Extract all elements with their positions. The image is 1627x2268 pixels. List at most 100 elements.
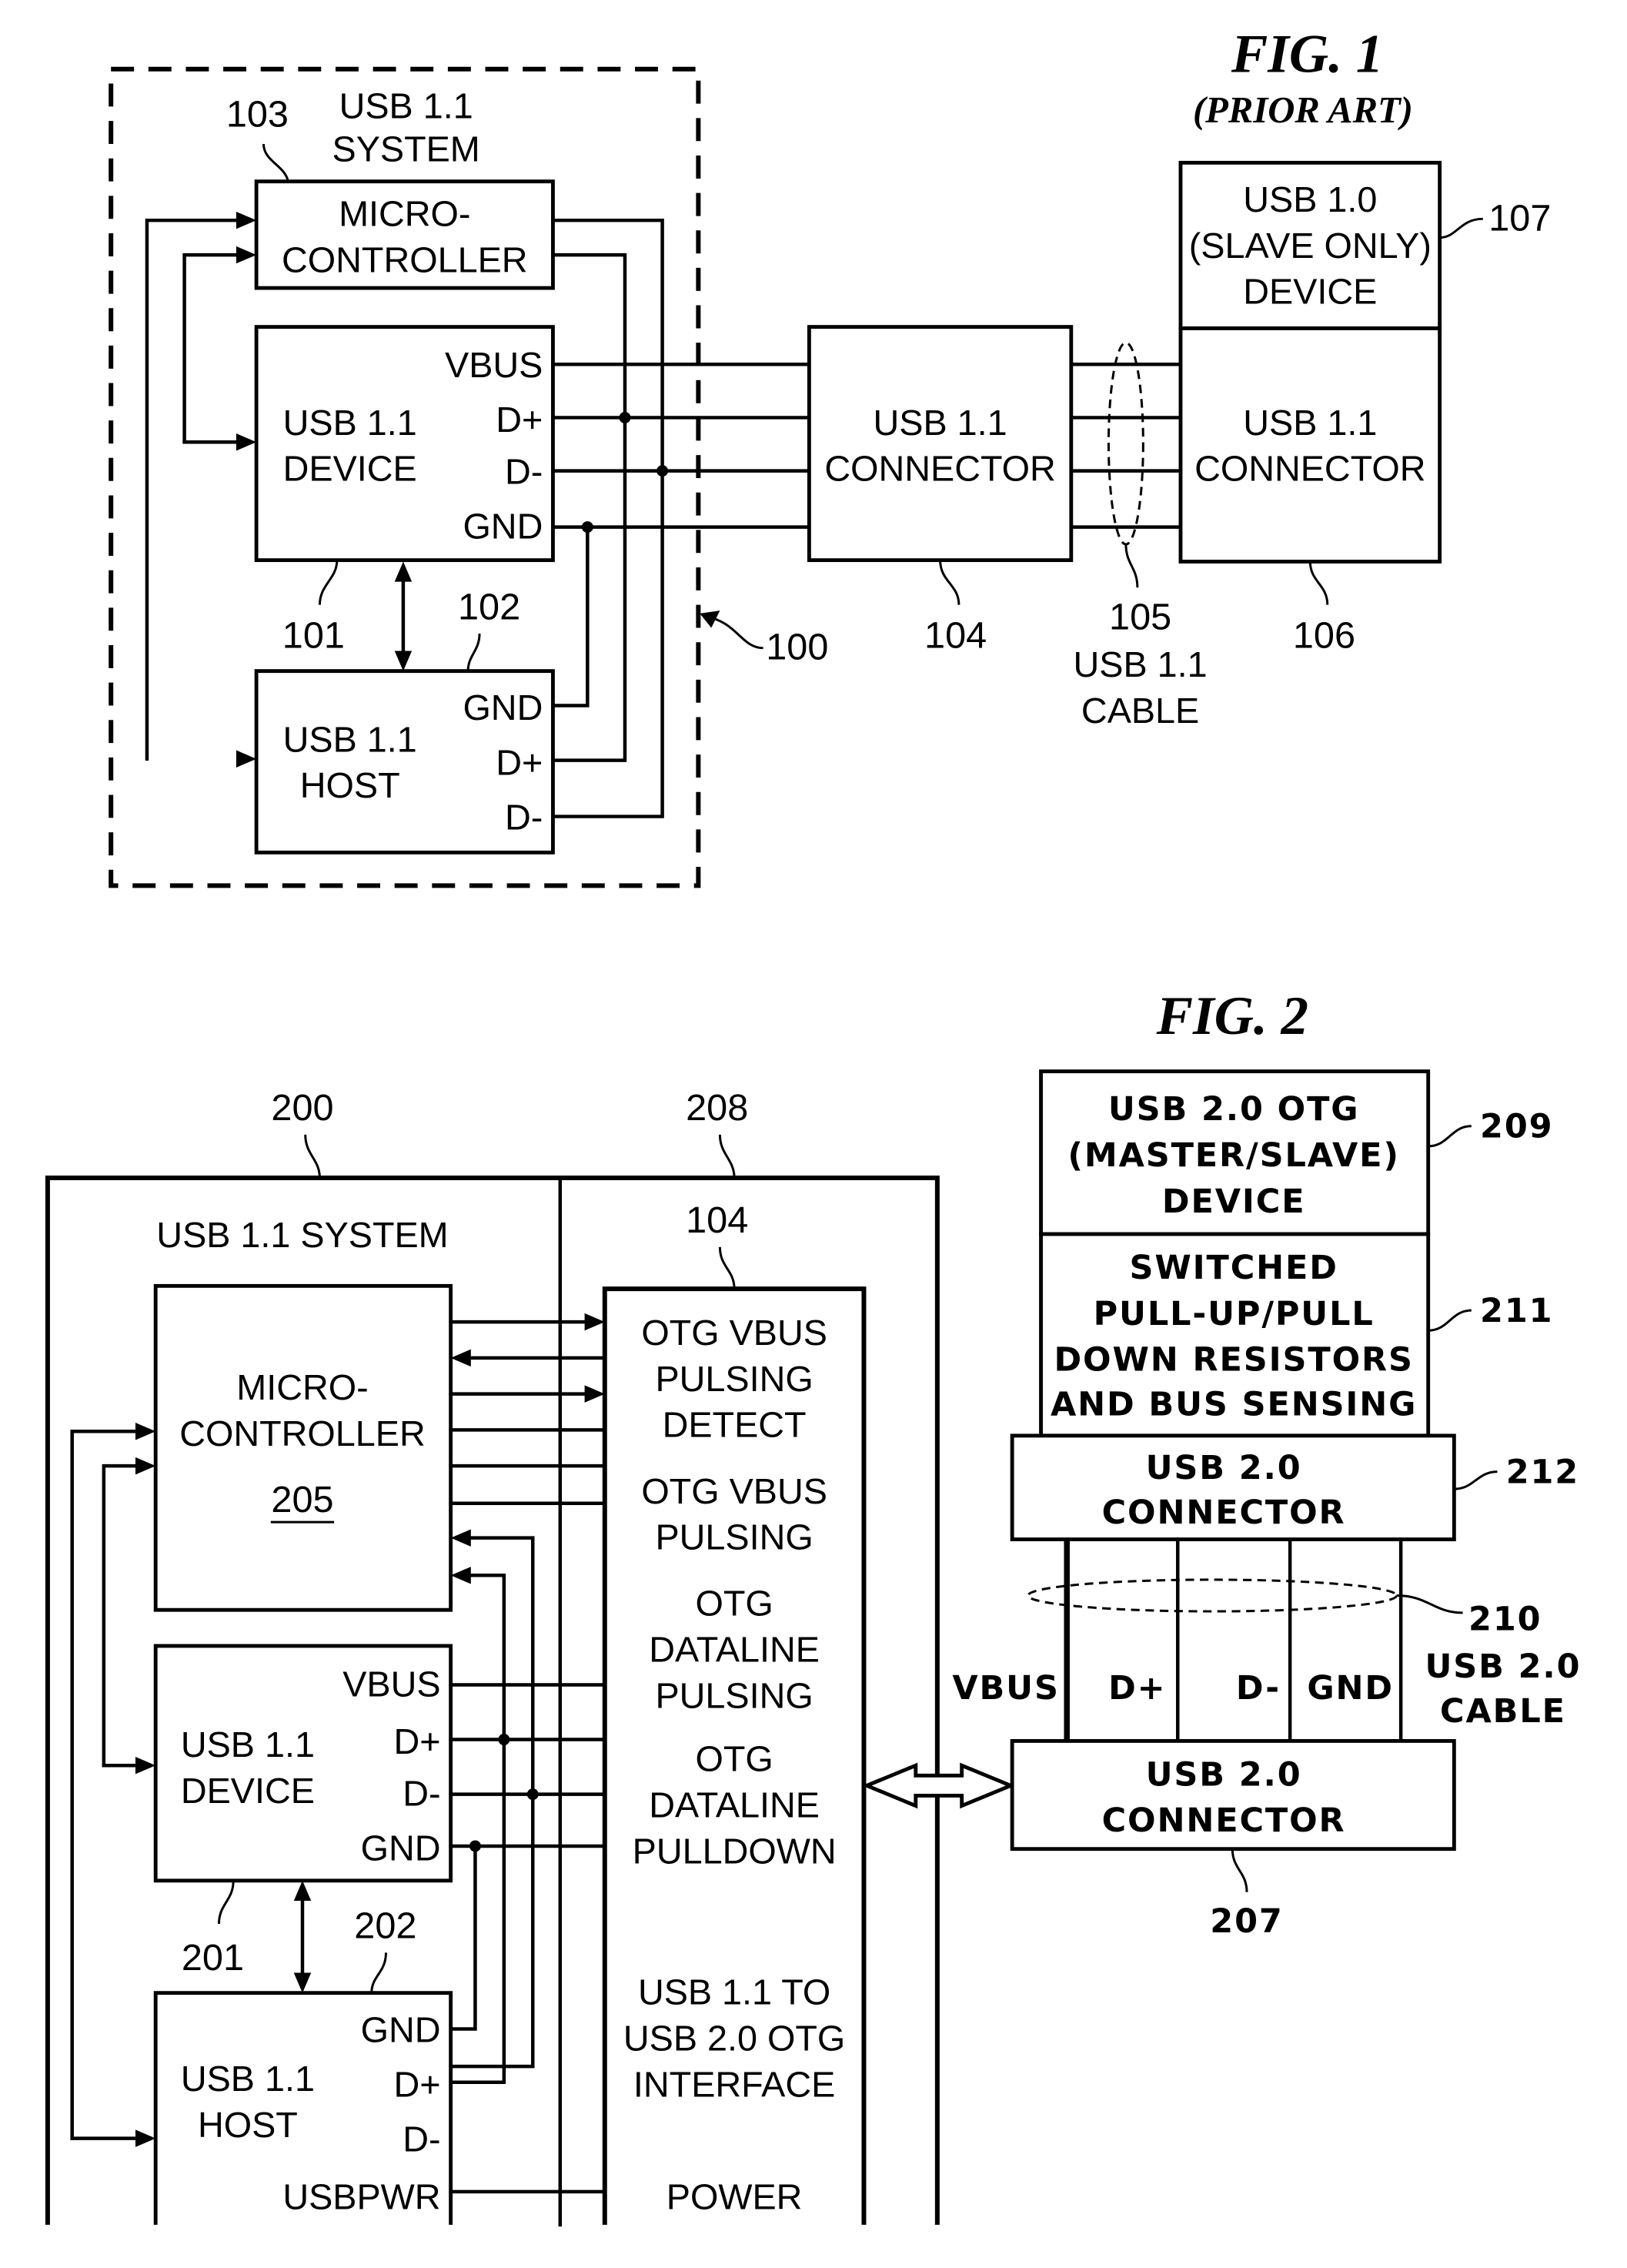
iface-s4-l0: USB 1.1 TO xyxy=(638,1972,830,2012)
fig1-system-label-2: SYSTEM xyxy=(332,129,480,169)
fig2-host-pin-dplus: D+ xyxy=(393,2064,440,2104)
fig1-remote-device-line2: (SLAVE ONLY) xyxy=(1189,226,1432,266)
fig1-host-line2: HOST xyxy=(300,765,400,805)
leader-103 xyxy=(262,143,289,182)
fig1-system-label-1: USB 1.1 xyxy=(339,85,473,125)
ref-106: 106 xyxy=(1293,615,1355,657)
fig1-device-pin-gnd: GND xyxy=(463,507,543,547)
fig1-device-line2: DEVICE xyxy=(283,449,417,489)
fig2-host-dminus-feedback xyxy=(449,1574,506,2084)
fig2-otg-device-line1: USB 2.0 OTG xyxy=(1108,1090,1360,1129)
iface-s3-l0: OTG xyxy=(695,1739,773,1779)
fig1-title: FIG. 1 xyxy=(1231,25,1383,85)
fig1-device-mcu-link xyxy=(182,253,247,444)
fig2-wire-label-dminus: D- xyxy=(1236,1669,1281,1708)
junction-dminus xyxy=(656,465,669,477)
ref-103: 103 xyxy=(226,94,289,135)
iface-s3-l1: DATALINE xyxy=(649,1785,820,1825)
fig1-connector-box xyxy=(807,325,1074,563)
iface-s3-l2: PULLDOWN xyxy=(633,1831,837,1871)
fig2-cable-ellipse xyxy=(1027,1578,1398,1613)
leader-107 xyxy=(1439,217,1483,239)
figure-1: FIG. 1 (PRIOR ART) USB 1.1 SYSTEM 100 MI… xyxy=(109,25,1551,888)
fig2-mcu-line1: MICRO- xyxy=(236,1367,368,1407)
ref-200: 200 xyxy=(271,1087,333,1129)
fig2-device-line2: DEVICE xyxy=(181,1771,315,1811)
fig1-host-mcu-link xyxy=(145,218,247,761)
figure-2: FIG. 2 200 208 USB 1.1 SYSTEM 104 OTG VB… xyxy=(45,986,1580,2227)
patent-drawing-sheet: FIG. 1 (PRIOR ART) USB 1.1 SYSTEM 100 MI… xyxy=(45,25,1580,2227)
fig1-device-line1: USB 1.1 xyxy=(283,403,417,443)
fig2-wire-label-vbus: VBUS xyxy=(952,1669,1059,1708)
leader-202 xyxy=(370,1952,387,1993)
fig2-arrowhead-host xyxy=(135,2129,156,2147)
fig2-wire-label-dplus: D+ xyxy=(1108,1669,1167,1708)
fig1-mcu-dminus-tap xyxy=(551,218,664,818)
fig2-resistors-line1: SWITCHED xyxy=(1129,1249,1338,1287)
ref-209: 209 xyxy=(1480,1108,1553,1146)
ref-100: 100 xyxy=(766,627,828,668)
ref-107: 107 xyxy=(1488,197,1551,239)
fig2-host-pin-dminus: D- xyxy=(403,2119,440,2159)
leader-208 xyxy=(718,1134,736,1179)
arrowhead-fb-1 xyxy=(450,1529,471,1547)
fig2-host-pin-usbpwr: USBPWR xyxy=(282,2176,440,2216)
iface-s0-l0: OTG VBUS xyxy=(641,1313,827,1353)
fig2-junction-dminus xyxy=(526,1788,539,1801)
fig2-device-pin-dminus: D- xyxy=(403,1774,440,1814)
arrowhead-sig-3 xyxy=(584,1385,605,1403)
fig2-otg-device-line3: DEVICE xyxy=(1162,1183,1306,1221)
iface-s1-l1: PULSING xyxy=(655,1517,813,1557)
fig2-resistors-line4: AND BUS SENSING xyxy=(1051,1386,1417,1424)
fig2-arrowhead-mcu-1 xyxy=(135,1423,156,1440)
fig2-junction-dplus xyxy=(498,1734,510,1746)
fig2-host-mcu-link xyxy=(70,1430,146,2140)
leader-200 xyxy=(304,1134,321,1179)
fig1-cable-ellipse xyxy=(1107,341,1144,546)
fig2-ref-104: 104 xyxy=(686,1199,748,1241)
fig1-device-pin-dplus: D+ xyxy=(496,400,543,440)
fig1-mcu-line2: CONTROLLER xyxy=(282,240,528,280)
arrowhead-sig-2 xyxy=(450,1349,471,1367)
fig2-host-line2: HOST xyxy=(198,2105,298,2145)
arrowhead-host xyxy=(236,750,257,768)
leader-105 xyxy=(1124,544,1139,588)
fig2-lower-connector-line2: CONNECTOR xyxy=(1102,1801,1346,1840)
ref-201: 201 xyxy=(182,1937,244,1979)
ref-102: 102 xyxy=(458,586,520,627)
fig1-cable-line1: USB 1.1 xyxy=(1074,644,1208,684)
ref-211: 211 xyxy=(1480,1292,1553,1330)
leader-201 xyxy=(217,1880,235,1924)
fig1-remote-connector-line2: CONNECTOR xyxy=(1194,449,1425,489)
arrowhead-up xyxy=(394,561,413,582)
fig2-host-pin-gnd: GND xyxy=(361,2009,441,2049)
arrowhead-down xyxy=(394,651,413,671)
fig2-arrowhead-up xyxy=(293,1880,312,1902)
fig2-device-pin-dplus: D+ xyxy=(393,1721,440,1761)
iface-s5-l0: POWER xyxy=(667,2176,803,2216)
arrowhead-fb-2 xyxy=(450,1567,471,1584)
fig2-cable-line2: CABLE xyxy=(1440,1692,1566,1731)
iface-s0-l1: PULSING xyxy=(655,1359,813,1399)
ref-101: 101 xyxy=(282,615,345,657)
ref-104: 104 xyxy=(924,615,987,657)
leader-102 xyxy=(466,633,481,671)
leader-106 xyxy=(1308,561,1329,605)
iface-s1-l0: OTG VBUS xyxy=(641,1471,827,1511)
ref-212: 212 xyxy=(1506,1453,1579,1492)
iface-s0-l2: DETECT xyxy=(663,1405,807,1445)
arrowhead-device xyxy=(236,433,257,451)
arrowhead-sig-1 xyxy=(584,1313,605,1331)
leader-209 xyxy=(1428,1125,1472,1148)
fig1-cable-line2: CABLE xyxy=(1081,691,1199,731)
fig1-remote-connector-box xyxy=(1178,326,1442,564)
leader-211 xyxy=(1428,1309,1472,1332)
fig2-resistors-line3: DOWN RESISTORS xyxy=(1054,1341,1413,1380)
fig1-device-pin-vbus: VBUS xyxy=(445,345,543,385)
fig2-title: FIG. 2 xyxy=(1156,986,1308,1046)
leader-101 xyxy=(318,560,339,605)
junction-dplus xyxy=(619,411,631,423)
ref-202: 202 xyxy=(354,1905,416,1947)
fig2-resistors-line2: PULL-UP/PULL xyxy=(1094,1295,1375,1333)
iface-s4-l2: INTERFACE xyxy=(633,2064,835,2104)
